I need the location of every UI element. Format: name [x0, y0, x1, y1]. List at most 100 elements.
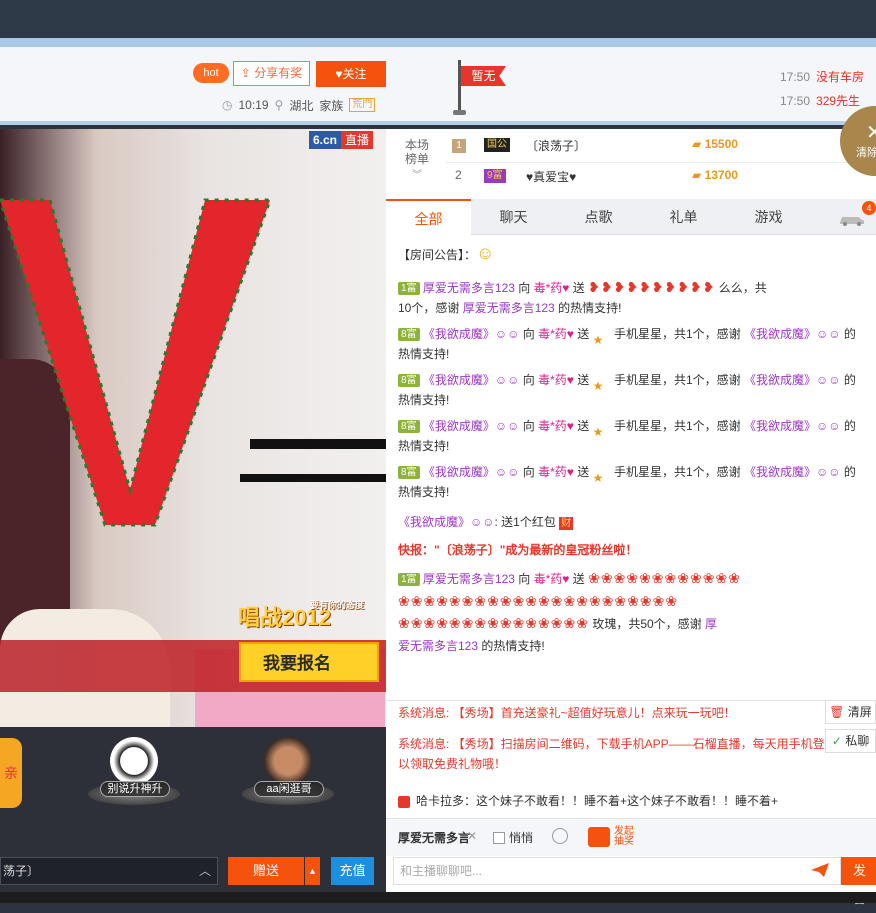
- chevron-down-icon[interactable]: ︾: [412, 166, 422, 181]
- chat-username[interactable]: 《我欲成魔》☺☺: [744, 373, 841, 387]
- chat-message: 8富 《我欲成魔》☺☺ 向 毒*药♥ 送 ★ 手机星星，共1个，感谢 《我欲成魔…: [398, 413, 876, 459]
- chat-username[interactable]: 厚爱无需多言123: [423, 572, 515, 586]
- chat-username[interactable]: 爱无需多言123: [398, 639, 478, 653]
- avatar: [264, 737, 312, 785]
- coin-value: 13700: [704, 168, 738, 182]
- chat-text: 的: [843, 465, 856, 479]
- megaphone-icon: [398, 795, 410, 808]
- window-top-bar: [0, 0, 876, 38]
- chat-username[interactable]: 《我欲成魔》☺☺: [423, 327, 520, 341]
- gift-dropdown-arrow[interactable]: ▲: [305, 857, 320, 885]
- recipient-name[interactable]: 厚爱无需多言: [398, 829, 470, 846]
- blue-strip: [0, 38, 876, 47]
- emoji-icon[interactable]: [552, 828, 568, 844]
- flag-base: [453, 110, 466, 115]
- clear-screen-button[interactable]: 🗑 清屏: [825, 700, 876, 724]
- remove-recipient-icon[interactable]: ✕: [467, 829, 477, 843]
- chat-username[interactable]: 《我欲成魔》☺☺: [744, 465, 841, 479]
- lottery-button[interactable]: 发起 抽奖: [588, 826, 634, 848]
- location-icon: ⚲: [274, 98, 284, 112]
- tab-chat[interactable]: 聊天: [471, 199, 556, 235]
- redpacket-icon[interactable]: 财: [559, 517, 574, 530]
- whisper-checkbox[interactable]: 悄悄: [493, 829, 533, 846]
- chat-username[interactable]: 《我欲成魔》☺☺: [398, 515, 495, 529]
- tab-game[interactable]: 游戏: [726, 199, 811, 235]
- chat-text: : 送1个红包: [494, 515, 556, 529]
- send-button[interactable]: 发言: [841, 857, 876, 906]
- chat-message: 8富 《我欲成魔》☺☺ 向 毒*药♥ 送 ★ 手机星星，共1个，感谢 《我欲成魔…: [398, 321, 876, 367]
- rank-user-name: ♥真爱宝♥: [526, 170, 577, 184]
- trash-icon: 🗑: [829, 705, 845, 719]
- ranking-row[interactable]: 1 国公 〔浪荡子〕 ▰ 15500: [446, 135, 876, 159]
- car-icon[interactable]: [838, 212, 866, 226]
- chat-username[interactable]: 毒*药♥: [538, 373, 574, 387]
- clock-icon: ◷: [222, 98, 233, 112]
- checkbox[interactable]: [493, 831, 505, 844]
- recharge-button[interactable]: 充值: [331, 857, 374, 885]
- rose-v-gift-effect: [0, 198, 273, 527]
- private-chat-button[interactable]: ✓ 私聊: [825, 729, 876, 753]
- flag-pole: [458, 60, 461, 112]
- tab-gift-list[interactable]: 礼单: [641, 199, 726, 235]
- rank-coins: ▰ 15500: [692, 137, 738, 151]
- system-message-line: 以领取免费礼物哦！: [398, 757, 507, 771]
- log-time: 17:50: [780, 70, 811, 84]
- chat-text: 向: [522, 327, 535, 341]
- chat-text: 向: [522, 419, 535, 433]
- ranking-row[interactable]: 2 9富 ♥真爱宝♥ ▰ 13700: [446, 166, 876, 190]
- chat-username[interactable]: 毒*药♥: [534, 572, 570, 586]
- chat-username[interactable]: 毒*药♥: [538, 327, 574, 341]
- fan-rank-item[interactable]: aa闲逛哥: [242, 737, 334, 815]
- bulletin-text: 哈卡拉多：这个妹子不敢看！！睡不着+这个妹子不敢看！！睡不着+: [416, 794, 779, 808]
- log-user[interactable]: 没有车房: [816, 70, 864, 84]
- share-button[interactable]: ⇪ 分享有奖: [233, 61, 310, 86]
- lips-gift-icon: ❥❥❥❥❥❥❥❥❥❥: [588, 279, 716, 295]
- live-label: 直播: [341, 131, 374, 149]
- chat-username[interactable]: 《我欲成魔》☺☺: [423, 465, 520, 479]
- ranking-board-label: 本场榜单: [404, 138, 429, 166]
- chat-username[interactable]: 《我欲成魔》☺☺: [423, 419, 520, 433]
- chat-username[interactable]: 《我欲成魔》☺☺: [744, 327, 841, 341]
- chat-username[interactable]: 毒*药♥: [538, 419, 574, 433]
- follow-button[interactable]: ♥关注: [316, 61, 386, 87]
- chat-text: 手机星星，共1个，感谢: [613, 327, 741, 341]
- contest-subtitle: 要有你的态度: [310, 600, 365, 610]
- chat-username[interactable]: 厚爱无需多言123: [423, 281, 515, 295]
- fan-rank-item[interactable]: 别说升神升: [88, 737, 180, 815]
- tab-all[interactable]: 全部: [386, 199, 471, 235]
- chat-username[interactable]: 厚: [705, 617, 717, 631]
- star-badge-icon[interactable]: 亲: [0, 738, 22, 808]
- gift-target-select[interactable]: 荡子〕 ︿: [0, 857, 218, 885]
- close-icon: ✕: [866, 122, 876, 144]
- chat-username[interactable]: 毒*药♥: [538, 465, 574, 479]
- chat-username[interactable]: 《我欲成魔》☺☺: [423, 373, 520, 387]
- rank-number: 2: [455, 168, 462, 182]
- chat-text: 的: [843, 373, 856, 387]
- divider: [386, 700, 876, 701]
- wealth-level-badge: 8富: [398, 328, 420, 342]
- chat-text: 向: [518, 572, 531, 586]
- family-badge[interactable]: 荒門: [349, 98, 376, 112]
- bottom-strip: [0, 892, 876, 903]
- clear-label: 清除: [856, 147, 876, 159]
- chat-text: 的热情支持!: [481, 639, 545, 653]
- paper-plane-icon[interactable]: [810, 862, 830, 878]
- check-circle-icon: ✓: [831, 734, 842, 748]
- signup-button[interactable]: 我要报名: [239, 642, 379, 682]
- smile-emoji-icon: ☺: [476, 243, 495, 263]
- lottery-icon: [588, 827, 610, 847]
- room-meta: ◷ 10:19 ⚲ 湖北 家族 荒門: [222, 97, 376, 113]
- wealth-level-badge: 8富: [398, 420, 420, 434]
- tab-song[interactable]: 点歌: [556, 199, 641, 235]
- coin-icon: ▰: [692, 168, 702, 182]
- system-message: 系统消息: 【秀场】首充送豪礼~超值好玩意儿！点来玩一玩吧！: [398, 706, 736, 720]
- chat-username[interactable]: 毒*药♥: [534, 281, 570, 295]
- system-message-line: 系统消息: 【秀场】扫描房间二维码，下载手机APP——石榴直播，每天用手机登: [398, 737, 825, 751]
- send-gift-button[interactable]: 赠送: [228, 857, 304, 885]
- chat-username[interactable]: 《我欲成魔》☺☺: [744, 419, 841, 433]
- chat-username[interactable]: 厚爱无需多言123: [463, 301, 555, 315]
- chat-message: 8富 《我欲成魔》☺☺ 向 毒*药♥ 送 ★ 手机星星，共1个，感谢 《我欲成魔…: [398, 459, 876, 505]
- chat-messages: 【房间公告】：☺ 1富 厚爱无需多言123 向 毒*药♥ 送 ❥❥❥❥❥❥❥❥❥…: [398, 240, 876, 657]
- chat-input[interactable]: 和主播聊聊吧...: [393, 857, 841, 885]
- log-user[interactable]: 329先生: [816, 94, 860, 108]
